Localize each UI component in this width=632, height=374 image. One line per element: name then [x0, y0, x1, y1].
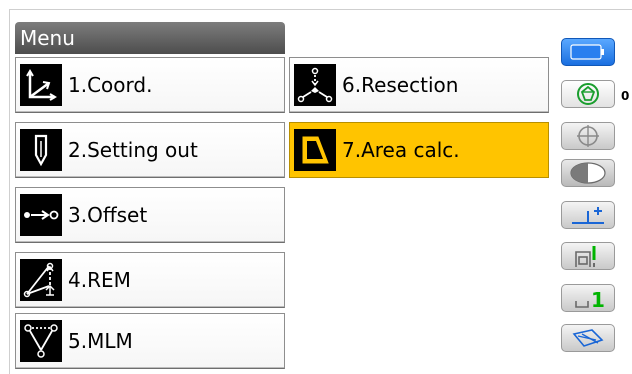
menu-item-resection[interactable]: 6.Resection	[289, 57, 549, 113]
menu-item-label: 3.Offset	[68, 203, 148, 227]
menu-item-offset[interactable]: 3.Offset	[15, 187, 285, 243]
page-number-text: 1	[591, 288, 605, 311]
softkey-switch-button[interactable]	[561, 324, 615, 352]
edm-mode-icon	[575, 246, 596, 267]
menu-item-label: 7.Area calc.	[342, 138, 460, 162]
edm-mode-button[interactable]	[561, 242, 615, 270]
missing-line-icon	[20, 320, 62, 362]
softkey-switch-icon	[572, 329, 604, 347]
prism-constant-value: 0	[621, 89, 630, 103]
laser-pointer-icon	[570, 162, 606, 184]
tilt-button[interactable]	[561, 122, 615, 150]
resection-icon	[294, 64, 336, 106]
page-title: Menu	[20, 26, 75, 50]
menu-item-label: 6.Resection	[342, 73, 459, 97]
page-button[interactable]: 1	[561, 284, 615, 312]
menu-item-label: 2.Setting out	[68, 138, 198, 162]
menu-item-mlm[interactable]: 5.MLM	[15, 313, 285, 369]
menu-item-setting-out[interactable]: 2.Setting out	[15, 122, 285, 178]
menu-item-label: 5.MLM	[68, 329, 133, 353]
battery-icon	[570, 44, 604, 60]
input-mode-button[interactable]	[561, 201, 615, 229]
input-mode-icon	[572, 207, 604, 224]
menu-item-label: 1.Coord.	[68, 73, 153, 97]
laser-button[interactable]	[561, 159, 615, 187]
remote-elevation-icon	[20, 259, 62, 301]
menu-title-bar: Menu	[15, 22, 285, 54]
area-calc-icon	[294, 129, 336, 171]
coordinate-axes-icon	[20, 64, 62, 106]
menu-item-label: 4.REM	[68, 268, 131, 292]
battery-status-button[interactable]	[561, 38, 615, 66]
page-number-icon: 1	[575, 288, 605, 311]
menu-item-coord[interactable]: 1.Coord.	[15, 57, 285, 113]
tilt-crosshair-icon	[577, 125, 599, 147]
prism-target-icon	[577, 83, 599, 105]
target-setting-button[interactable]	[561, 80, 615, 108]
menu-item-rem[interactable]: 4.REM	[15, 252, 285, 308]
offset-arrow-icon	[20, 194, 62, 236]
setting-out-pin-icon	[20, 129, 62, 171]
menu-item-area-calc[interactable]: 7.Area calc.	[289, 122, 549, 178]
